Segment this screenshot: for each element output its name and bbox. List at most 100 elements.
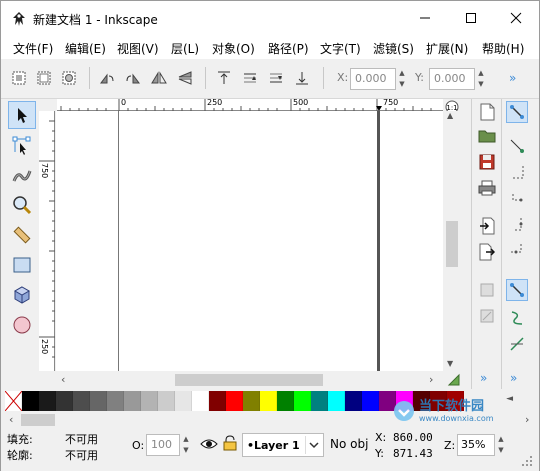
open-folder-icon[interactable] <box>476 125 498 147</box>
color-swatch[interactable] <box>226 391 243 411</box>
rectangle-tool-icon[interactable] <box>8 251 36 279</box>
selector-tool-icon[interactable] <box>8 101 36 129</box>
snap-toggle-icon[interactable] <box>506 101 528 123</box>
snap-bbox-centers-icon[interactable] <box>506 239 528 261</box>
flip-horizontal-icon[interactable] <box>149 68 169 88</box>
color-swatch[interactable] <box>311 391 328 411</box>
snap-overflow-button[interactable]: » <box>510 371 517 385</box>
clone-icon[interactable] <box>476 305 498 327</box>
drawing-canvas[interactable] <box>56 111 443 371</box>
color-swatch[interactable] <box>328 391 345 411</box>
color-swatch[interactable] <box>192 391 209 411</box>
zoom-corner-icon[interactable] <box>447 373 461 390</box>
snap-nodes-icon[interactable] <box>506 279 528 301</box>
color-swatch[interactable] <box>90 391 107 411</box>
menu-filters[interactable]: 滤镜(S) <box>373 40 414 57</box>
x-input[interactable]: 0.000 <box>350 68 396 90</box>
vertical-scrollbar[interactable]: ▲ ▼ <box>444 111 461 371</box>
select-all-layers-icon[interactable] <box>34 68 54 88</box>
export-icon[interactable] <box>476 241 498 263</box>
maximize-button[interactable] <box>448 1 494 35</box>
snap-bbox-midpoints-icon[interactable] <box>506 213 528 235</box>
ellipse-tool-icon[interactable] <box>8 311 36 339</box>
color-swatch[interactable] <box>56 391 73 411</box>
color-swatch[interactable] <box>73 391 90 411</box>
color-swatch[interactable] <box>243 391 260 411</box>
node-tool-icon[interactable] <box>8 131 36 159</box>
layer-dropdown[interactable]: •Layer 1 <box>242 433 324 457</box>
select-all-icon[interactable] <box>9 68 29 88</box>
color-swatch[interactable] <box>260 391 277 411</box>
color-swatch[interactable] <box>141 391 158 411</box>
color-swatch[interactable] <box>345 391 362 411</box>
color-swatch[interactable] <box>158 391 175 411</box>
color-swatch[interactable] <box>294 391 311 411</box>
minimize-button[interactable] <box>402 1 448 35</box>
menu-object[interactable]: 对象(O) <box>212 40 255 57</box>
color-swatch[interactable] <box>277 391 294 411</box>
snap-bbox-icon[interactable] <box>506 135 528 157</box>
palette-scroll-left-icon[interactable]: ‹ <box>9 413 13 426</box>
scroll-up-icon[interactable]: ▲ <box>447 111 453 120</box>
menu-file[interactable]: 文件(F) <box>13 40 53 57</box>
menu-help[interactable]: 帮助(H) <box>482 40 524 57</box>
zoom-input[interactable]: 35% <box>457 434 495 456</box>
deselect-icon[interactable] <box>59 68 79 88</box>
close-button[interactable] <box>493 1 539 35</box>
vertical-scroll-thumb[interactable] <box>446 221 458 267</box>
opacity-input[interactable]: 100 <box>146 434 180 456</box>
scroll-left-icon[interactable]: ‹ <box>61 373 65 386</box>
snap-paths-icon[interactable] <box>506 307 528 329</box>
scroll-down-icon[interactable]: ▼ <box>447 359 453 368</box>
resize-grip-icon[interactable] <box>521 455 533 470</box>
color-swatch[interactable] <box>175 391 192 411</box>
scroll-right-icon[interactable]: › <box>429 373 433 386</box>
tweak-tool-icon[interactable] <box>8 161 36 189</box>
snap-bbox-corners-icon[interactable] <box>506 187 528 209</box>
measure-tool-icon[interactable] <box>8 221 36 249</box>
menu-layer[interactable]: 层(L) <box>171 40 199 57</box>
save-icon[interactable] <box>476 151 498 173</box>
new-document-icon[interactable] <box>476 101 498 123</box>
snap-bbox-edges-icon[interactable] <box>506 161 528 183</box>
x-stepper[interactable]: ▲ ▼ <box>397 68 407 90</box>
horizontal-scroll-thumb[interactable] <box>175 374 323 386</box>
menu-view[interactable]: 视图(V) <box>117 40 159 57</box>
color-swatch[interactable] <box>362 391 379 411</box>
lock-icon[interactable] <box>223 435 237 454</box>
palette-menu-icon[interactable]: ◄ <box>506 394 513 404</box>
3d-box-tool-icon[interactable] <box>8 281 36 309</box>
menu-path[interactable]: 路径(P) <box>268 40 309 57</box>
print-icon[interactable] <box>476 177 498 199</box>
palette-scroll-right-icon[interactable]: › <box>525 413 529 426</box>
y-stepper[interactable]: ▲ ▼ <box>476 68 486 90</box>
import-icon[interactable] <box>476 215 498 237</box>
color-swatch[interactable] <box>39 391 56 411</box>
opacity-stepper[interactable]: ▲ ▼ <box>181 434 191 456</box>
horizontal-scrollbar[interactable]: ‹ › <box>57 371 443 389</box>
raise-icon[interactable] <box>240 68 260 88</box>
eye-icon[interactable] <box>200 437 218 454</box>
palette-scroll-thumb[interactable] <box>21 414 55 426</box>
zoom-tool-icon[interactable] <box>8 191 36 219</box>
y-input[interactable]: 0.000 <box>429 68 475 90</box>
commandbar-overflow-button[interactable]: » <box>509 71 516 85</box>
snap-path-intersections-icon[interactable] <box>506 333 528 355</box>
zoom-stepper[interactable]: ▲ ▼ <box>496 434 506 456</box>
menu-text[interactable]: 文字(T) <box>320 40 361 57</box>
menu-extensions[interactable]: 扩展(N) <box>426 40 468 57</box>
duplicate-icon[interactable] <box>476 279 498 301</box>
flip-vertical-icon[interactable] <box>175 68 195 88</box>
color-swatch[interactable] <box>22 391 39 411</box>
raise-to-top-icon[interactable] <box>214 68 234 88</box>
color-swatch[interactable] <box>124 391 141 411</box>
color-swatch[interactable] <box>209 391 226 411</box>
rotate-cw-icon[interactable] <box>123 68 143 88</box>
no-paint-swatch[interactable] <box>5 391 22 411</box>
menu-edit[interactable]: 编辑(E) <box>65 40 106 57</box>
color-swatch[interactable] <box>107 391 124 411</box>
rotate-ccw-icon[interactable] <box>97 68 117 88</box>
lower-icon[interactable] <box>266 68 286 88</box>
commands-overflow-button[interactable]: » <box>480 371 487 385</box>
lower-to-bottom-icon[interactable] <box>292 68 312 88</box>
